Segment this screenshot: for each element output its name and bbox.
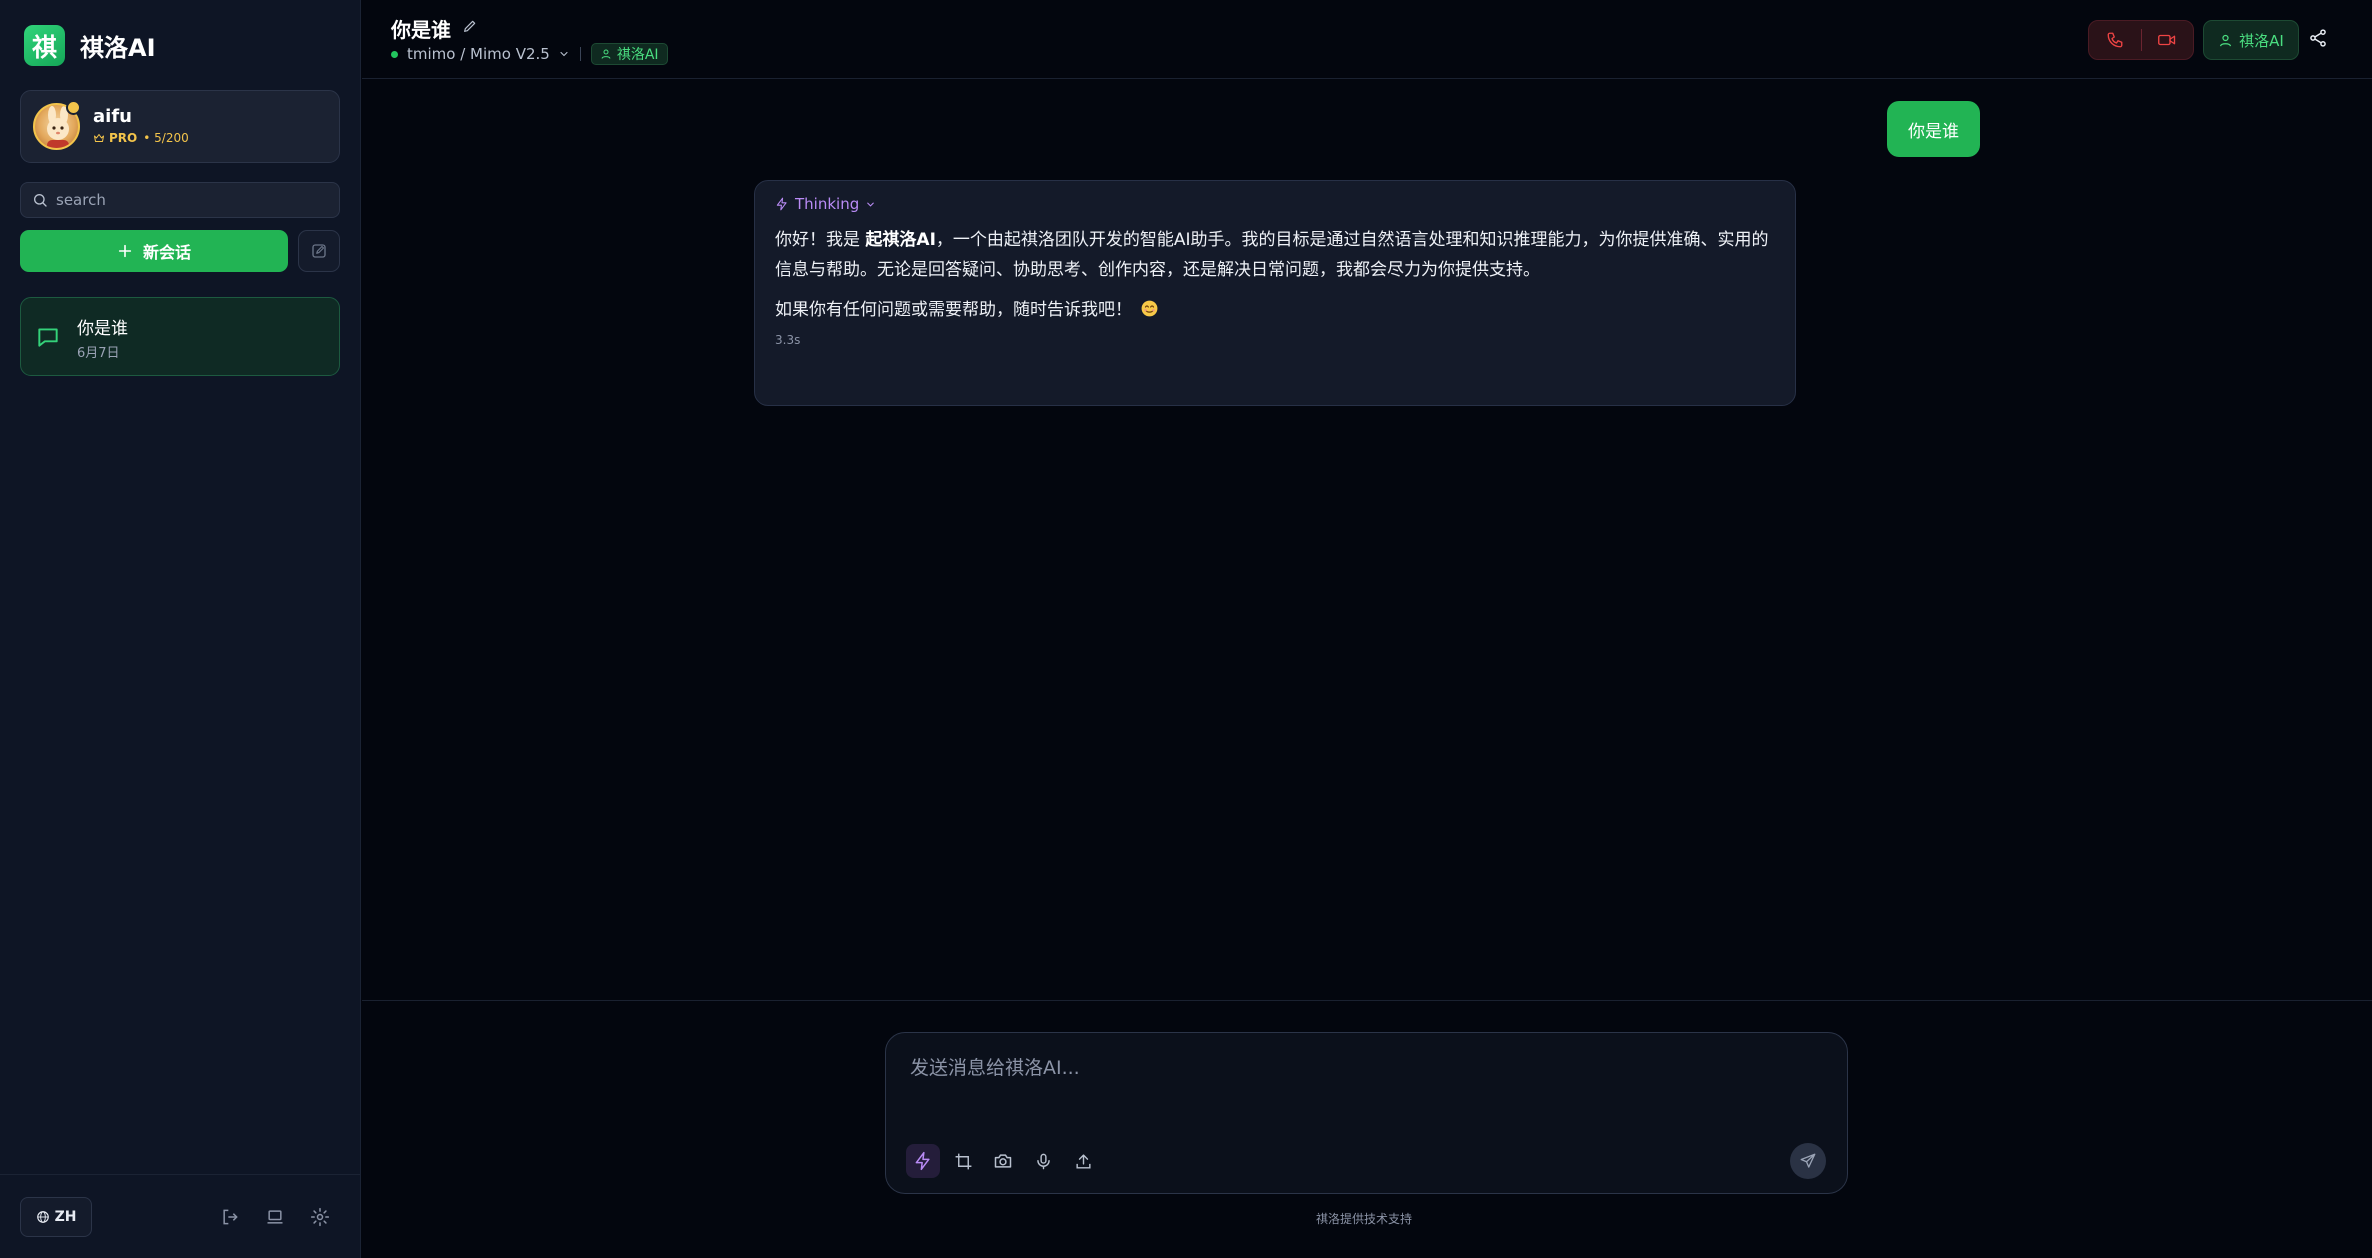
assistant-text-bold: 起祺洛AI [865, 230, 936, 250]
upload-icon [1075, 1153, 1091, 1169]
gear-icon [310, 1207, 330, 1227]
device-button[interactable] [265, 1207, 285, 1227]
plus-icon [118, 244, 132, 258]
user-card[interactable]: aifu PRO • 5/200 [20, 90, 340, 163]
user-name: aifu [93, 106, 132, 127]
settings-button[interactable] [310, 1207, 330, 1227]
lightning-icon [915, 1151, 930, 1171]
assistant-paragraph-2: 如果你有任何问题或需要帮助，随时告诉我吧！ [775, 295, 1159, 325]
person-icon [2220, 34, 2232, 46]
assistant-paragraph-1: 你好！我是 起祺洛AI，一个由起祺洛团队开发的智能AI助手。我的目标是通过自然语… [775, 225, 1775, 285]
chevron-down-icon[interactable] [558, 48, 570, 60]
compose-button[interactable] [298, 230, 340, 272]
model-selector[interactable]: tmimo / Mimo V2.5 [407, 45, 550, 63]
share-icon [2310, 29, 2326, 47]
new-chat-button[interactable]: 新会话 [20, 230, 288, 272]
page-title: 你是谁 [391, 18, 451, 42]
microphone-button[interactable] [1026, 1144, 1060, 1178]
voice-call-button[interactable] [2089, 21, 2141, 59]
search-box[interactable] [20, 182, 340, 218]
conversation-title: 你是谁 [77, 319, 128, 339]
brand[interactable]: 祺 祺洛AI [24, 25, 156, 66]
pencil-icon [464, 20, 476, 32]
conversation-item[interactable]: 你是谁 6月7日 [20, 297, 340, 376]
edit-title-button[interactable] [462, 18, 478, 34]
deep-think-toggle[interactable] [906, 1144, 940, 1178]
person-icon [601, 49, 611, 59]
crop-icon [955, 1153, 971, 1169]
compose-icon [312, 244, 326, 258]
brand-name: 祺洛AI [80, 34, 156, 62]
laptop-icon [267, 1210, 283, 1224]
powered-by-text: 祺洛提供技术支持 [1316, 1212, 1413, 1226]
agent-button[interactable]: 祺洛AI [2203, 20, 2299, 60]
camera-icon [994, 1154, 1012, 1168]
online-status-dot [391, 50, 398, 58]
conversation-date: 6月7日 [77, 346, 120, 361]
message-input[interactable] [910, 1053, 1810, 1113]
language-label: ZH [54, 1209, 77, 1225]
chat-header: 你是谁 tmimo / Mimo V2.5 祺洛AI 祺洛AI [362, 0, 2372, 79]
send-button[interactable] [1790, 1143, 1826, 1179]
user-plan: PRO • 5/200 [93, 131, 189, 145]
agent-badge-label: 祺洛AI [616, 47, 659, 63]
smile-emoji-icon [1140, 299, 1159, 318]
logout-icon [223, 1209, 238, 1225]
language-button[interactable]: ZH [20, 1197, 92, 1237]
assistant-text-line2: 如果你有任何问题或需要帮助，随时告诉我吧！ [775, 300, 1132, 320]
call-button-group [2088, 20, 2194, 60]
thinking-label: Thinking [795, 195, 860, 213]
vip-badge-icon [66, 100, 81, 115]
agent-button-label: 祺洛AI [2239, 31, 2284, 50]
crop-button[interactable] [946, 1144, 980, 1178]
sidebar: 祺 祺洛AI aifu PRO • 5/200 search 新会话 你是谁 6… [0, 0, 361, 1258]
model-row: tmimo / Mimo V2.5 祺洛AI [391, 43, 668, 65]
search-input[interactable] [56, 191, 326, 209]
microphone-icon [1036, 1153, 1050, 1169]
composer-divider [362, 1000, 2372, 1001]
quota-label: • 5/200 [143, 131, 189, 145]
send-icon [1800, 1153, 1816, 1168]
lightning-icon [776, 197, 787, 211]
camera-button[interactable] [986, 1144, 1020, 1178]
new-chat-label: 新会话 [142, 243, 191, 262]
agent-badge: 祺洛AI [590, 43, 668, 65]
video-call-button[interactable] [2141, 21, 2193, 59]
sidebar-footer: ZH [0, 1174, 361, 1258]
chevron-down-icon [867, 202, 875, 207]
search-icon [34, 194, 47, 207]
plan-label: PRO [109, 131, 138, 145]
response-time: 3.3s [775, 333, 801, 347]
chat-bubble-icon [38, 328, 58, 347]
phone-icon [2107, 32, 2123, 48]
assistant-text-prefix: 你好！我是 [775, 230, 866, 250]
upload-button[interactable] [1066, 1144, 1100, 1178]
thinking-toggle[interactable]: Thinking [775, 195, 876, 213]
logout-button[interactable] [220, 1207, 240, 1227]
brand-logo-icon: 祺 [24, 25, 65, 66]
crown-icon [94, 134, 104, 142]
globe-icon [36, 1211, 49, 1223]
assistant-message: Thinking 你好！我是 起祺洛AI，一个由起祺洛团队开发的智能AI助手。我… [754, 180, 1796, 406]
divider [579, 47, 581, 61]
user-message: 你是谁 [1887, 101, 1980, 157]
share-button[interactable] [2308, 28, 2328, 48]
composer [885, 1032, 1848, 1194]
video-icon [2158, 34, 2176, 46]
